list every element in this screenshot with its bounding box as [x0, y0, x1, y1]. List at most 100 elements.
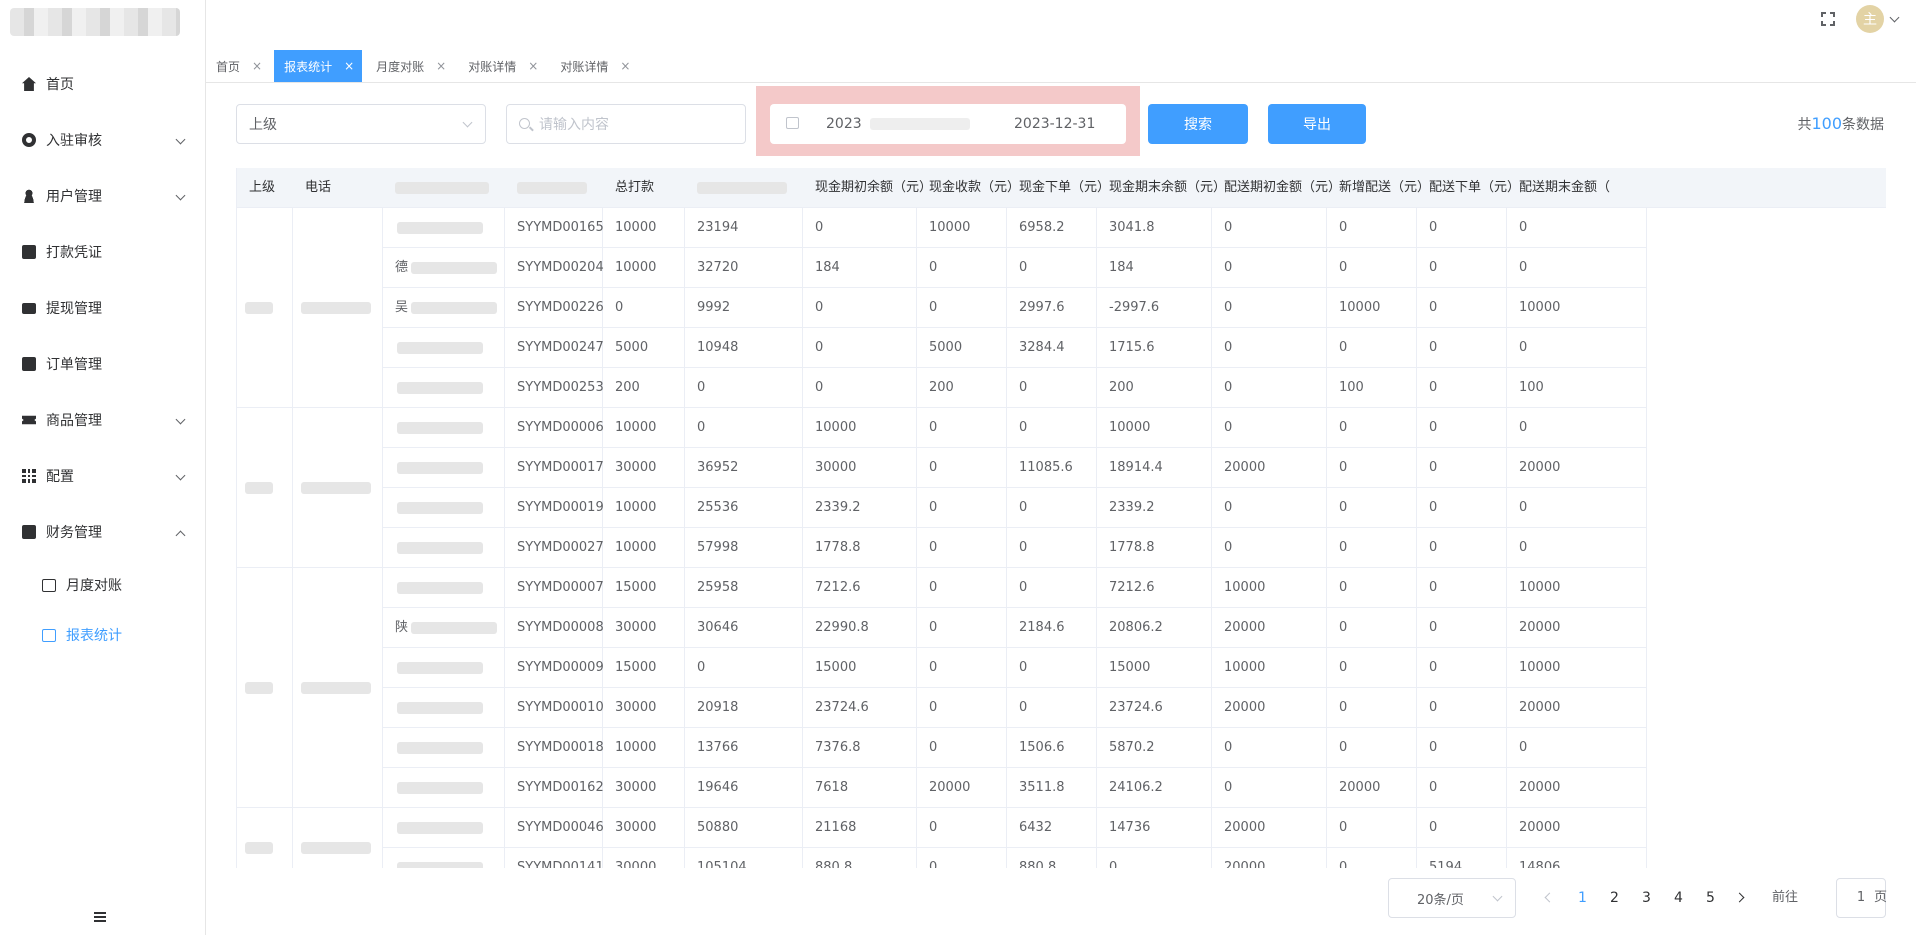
- page-3[interactable]: 3: [1642, 878, 1651, 918]
- close-icon[interactable]: ×: [252, 59, 262, 73]
- tab-1[interactable]: 报表统计 ×: [274, 50, 363, 82]
- date-range-picker[interactable]: 2023 2023-12-31: [770, 104, 1126, 144]
- cell-delNew: 0: [1327, 648, 1417, 688]
- redacted-header: [517, 182, 587, 194]
- cell-delEnd: 0: [1507, 488, 1647, 528]
- column-header: [685, 168, 803, 208]
- redacted-text: [397, 222, 483, 234]
- cell-cashIn: 5000: [917, 328, 1007, 368]
- sidebar-item-5[interactable]: 订单管理: [0, 336, 206, 392]
- search-button[interactable]: 搜索: [1148, 104, 1248, 144]
- close-icon[interactable]: ×: [620, 59, 630, 73]
- redacted-text: [397, 382, 483, 394]
- cell-cashIn: 0: [917, 728, 1007, 768]
- cell-total: 30000: [603, 808, 685, 848]
- cell-cashOpen: 21168: [803, 808, 917, 848]
- sidebar-item-label: 打款凭证: [46, 245, 102, 261]
- tab-3[interactable]: 对账详情 ×: [458, 50, 546, 82]
- sidebar-subitem-0[interactable]: 月度对账: [0, 560, 206, 610]
- chevron-down-icon[interactable]: [1889, 12, 1900, 23]
- collapse-menu-icon[interactable]: [94, 912, 106, 922]
- avatar[interactable]: 主: [1856, 5, 1884, 33]
- cell-cashEnd: 3041.8: [1097, 208, 1212, 248]
- tab-0[interactable]: 首页 ×: [206, 50, 270, 82]
- cell-delOpen: 20000: [1212, 608, 1327, 648]
- cell-cashIn: 0: [917, 288, 1007, 328]
- sidebar-item-7[interactable]: 配置: [0, 448, 206, 504]
- close-icon[interactable]: ×: [528, 59, 538, 73]
- tab-2[interactable]: 月度对账 ×: [366, 50, 454, 82]
- cell-delOrder: 0: [1417, 688, 1507, 728]
- cell-cashIn: 200: [917, 368, 1007, 408]
- cell-delEnd: 0: [1507, 248, 1647, 288]
- cell-delEnd: 0: [1507, 208, 1647, 248]
- store-name-cell: [383, 648, 505, 688]
- cell-cashEnd: 0: [1097, 848, 1212, 868]
- cell-cashIn: 0: [917, 528, 1007, 568]
- cell-delOpen: 0: [1212, 728, 1327, 768]
- redacted-text: [397, 502, 483, 514]
- cell-delOrder: 0: [1417, 648, 1507, 688]
- cell-code: SYYMD00010: [505, 688, 604, 728]
- cell-cashEnd: 184: [1097, 248, 1212, 288]
- store-name-cell: 陕: [383, 608, 505, 648]
- close-icon[interactable]: ×: [344, 59, 354, 73]
- cell-delNew: 0: [1327, 608, 1417, 648]
- cell-delEnd: 0: [1507, 528, 1647, 568]
- cell-cashOrder: 0: [1007, 688, 1097, 728]
- page-5[interactable]: 5: [1706, 878, 1715, 918]
- next-page-icon[interactable]: [1734, 892, 1745, 903]
- sidebar-item-4[interactable]: 提现管理: [0, 280, 206, 336]
- sidebar-subitem-1[interactable]: 报表统计: [0, 610, 206, 660]
- column-header: 上级: [249, 180, 276, 195]
- cell-delOrder: 0: [1417, 448, 1507, 488]
- tab-4[interactable]: 对账详情 ×: [550, 50, 638, 82]
- table-row: SYYMD00162 30000 19646 7618 20000 3511.8 24106…: [237, 768, 1886, 808]
- page-size-select[interactable]: 20条/页: [1388, 878, 1516, 918]
- cell-total: 15000: [603, 648, 685, 688]
- cell-delOpen: 20000: [1212, 848, 1327, 868]
- fullscreen-icon[interactable]: [1821, 12, 1835, 26]
- page-1[interactable]: 1: [1578, 878, 1587, 918]
- sidebar-item-2[interactable]: 用户管理: [0, 168, 206, 224]
- user-icon: [22, 189, 36, 203]
- cell-cashOpen: 7618: [803, 768, 917, 808]
- cell-delNew: 100: [1327, 368, 1417, 408]
- cell-c5: 105104: [685, 848, 803, 868]
- sidebar-item-8[interactable]: 财务管理: [0, 504, 206, 560]
- document-icon: [22, 245, 36, 259]
- cell-delOpen: 0: [1212, 328, 1327, 368]
- column-header: 配送期初金额（元）: [1224, 180, 1342, 195]
- redacted-text: [397, 582, 483, 594]
- cell-code: SYYMD00027: [505, 528, 604, 568]
- store-name-text: 陕: [395, 620, 409, 635]
- table-row: SYYMD00017 30000 36952 30000 0 11085.6 18914.4…: [237, 448, 1886, 488]
- search-input[interactable]: 请输入内容: [506, 104, 746, 144]
- sidebar-item-3[interactable]: 打款凭证: [0, 224, 206, 280]
- table-row: SYYMD00018 10000 13766 7376.8 0 1506.6 5870.2 0…: [237, 728, 1886, 768]
- sidebar-item-0[interactable]: 首页: [0, 56, 206, 112]
- cell-total: 30000: [603, 608, 685, 648]
- cell-code: SYYMD00009: [505, 648, 604, 688]
- cell-delOpen: 20000: [1212, 448, 1327, 488]
- page-2[interactable]: 2: [1610, 878, 1619, 918]
- page-4[interactable]: 4: [1674, 878, 1683, 918]
- sidebar-item-1[interactable]: 入驻审核: [0, 112, 206, 168]
- cell-cashIn: 0: [917, 688, 1007, 728]
- superior-select[interactable]: 上级: [236, 104, 486, 144]
- cell-cashOpen: 10000: [803, 408, 917, 448]
- column-header: 新增配送（元）: [1339, 180, 1431, 195]
- total-suffix: 条数据: [1842, 117, 1884, 133]
- close-icon[interactable]: ×: [436, 59, 446, 73]
- cell-delOrder: 5194: [1417, 848, 1507, 868]
- cell-delEnd: 100: [1507, 368, 1647, 408]
- cell-cashOpen: 1778.8: [803, 528, 917, 568]
- cell-cashOrder: 0: [1007, 488, 1097, 528]
- cell-code: SYYMD00165: [505, 208, 604, 248]
- export-button[interactable]: 导出: [1268, 104, 1366, 144]
- cell-cashOpen: 2339.2: [803, 488, 917, 528]
- page-size-value: 20条/页: [1417, 892, 1464, 908]
- prev-page-icon[interactable]: [1544, 892, 1555, 903]
- checklist-icon: [22, 357, 36, 371]
- sidebar-item-6[interactable]: 商品管理: [0, 392, 206, 448]
